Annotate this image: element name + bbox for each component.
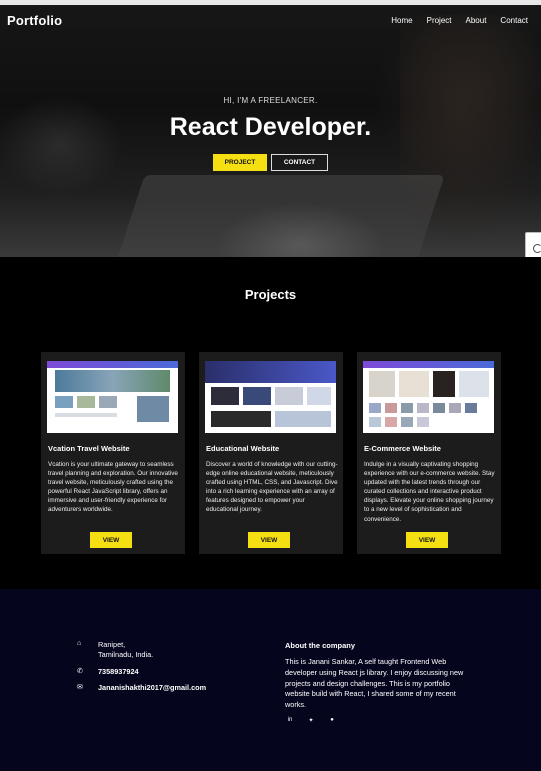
thumbnail-tile [385,417,397,427]
view-button[interactable]: VIEW [406,532,448,548]
project-title: E-Commerce Website [364,444,441,453]
twitter-icon[interactable]: ✦ [307,716,315,724]
thumbnail-tile [459,371,489,397]
mail-icon: ✉ [77,684,83,691]
thumbnail-banner [55,370,170,392]
thumbnail-tile [401,417,413,427]
thumbnail-tile [399,371,429,397]
nav-menu: Home Project About Contact [391,16,528,25]
brand-logo[interactable]: Portfolio [7,13,62,28]
project-thumbnail-travel[interactable] [47,361,178,433]
nav-item-home[interactable]: Home [391,16,412,25]
project-title: Educational Website [206,444,280,453]
thumbnail-tile [307,387,331,405]
thumbnail-tile [211,387,239,405]
home-icon: ⌂ [77,640,82,647]
address-line-2: Tamilnadu, India. [98,650,154,659]
thumbnail-tile [77,396,95,408]
address-row: ⌂ Ranipet, Tamilnadu, India. [77,640,153,660]
thumbnail-tile [99,396,117,408]
thumbnail-tile [417,403,429,413]
thumbnail-tile [211,411,271,427]
thumbnail-tile [465,403,477,413]
thumbnail-tile [449,403,461,413]
thumbnail-tile [275,387,303,405]
hero-subtitle: HI, I'M A FREELANCER. [223,96,318,105]
phone-row: ✆ 7358937924 [77,667,139,677]
hero-title: React Developer. [169,113,372,141]
side-widget-icon [533,243,541,253]
thumbnail-tile [243,387,271,405]
thumbnail-header-bar [47,361,178,368]
thumbnail-tile [275,411,331,427]
project-description: Discover a world of knowledge with our c… [206,461,338,514]
project-card-ecommerce: E-Commerce Website Indulge in a visually… [357,352,501,554]
projects-section: Projects Vcation Travel Website Vcation … [0,257,541,589]
hero-text: HI, I'M A FREELANCER. React Developer. [0,96,541,142]
thumbnail-tile [369,371,395,397]
thumbnail-tile [137,396,169,422]
project-thumbnail-ecommerce[interactable] [363,361,494,433]
projects-heading: Projects [244,287,297,302]
thumbnail-tile [417,417,429,427]
project-button[interactable]: PROJECT [213,154,267,171]
thumbnail-tile [369,417,381,427]
about-heading: About the company [285,641,356,650]
project-description: Vcation is your ultimate gateway to seam… [48,461,178,514]
project-thumbnail-education[interactable] [205,361,336,433]
thumbnail-tile [55,413,117,417]
project-card-education: Educational Website Discover a world of … [199,352,343,554]
github-icon[interactable]: ● [328,716,336,724]
about-text: This is Janani Sankar, A self taught Fro… [285,657,464,710]
thumbnail-header-bar [363,361,494,368]
social-links: in ✦ ● [286,716,336,724]
navbar: Portfolio Home Project About Contact [0,5,541,37]
thumbnail-tile [433,371,455,397]
thumbnail-tile [433,403,445,413]
thumbnail-tile [385,403,397,413]
email-row: ✉ Jananishakthi2017@gmail.com [77,683,206,693]
phone-icon: ✆ [77,668,83,675]
view-button[interactable]: VIEW [248,532,290,548]
project-title: Vcation Travel Website [48,444,130,453]
project-description: Indulge in a visually captivating shoppi… [364,461,495,523]
footer: ⌂ Ranipet, Tamilnadu, India. ✆ 735893792… [0,589,541,771]
thumbnail-tile [55,396,73,408]
thumbnail-tile [369,403,381,413]
linkedin-icon[interactable]: in [286,716,294,724]
view-button[interactable]: VIEW [90,532,132,548]
contact-button[interactable]: CONTACT [271,154,328,171]
nav-item-about[interactable]: About [466,16,487,25]
email-address[interactable]: Jananishakthi2017@gmail.com [98,683,206,693]
hero-buttons: PROJECT CONTACT [0,154,541,171]
nav-item-contact[interactable]: Contact [500,16,528,25]
address-line-1: Ranipet, [98,640,126,649]
phone-number[interactable]: 7358937924 [98,667,139,677]
nav-item-project[interactable]: Project [427,16,452,25]
thumbnail-tile [401,403,413,413]
project-card-travel: Vcation Travel Website Vcation is your u… [41,352,185,554]
thumbnail-header-bar [205,361,336,383]
